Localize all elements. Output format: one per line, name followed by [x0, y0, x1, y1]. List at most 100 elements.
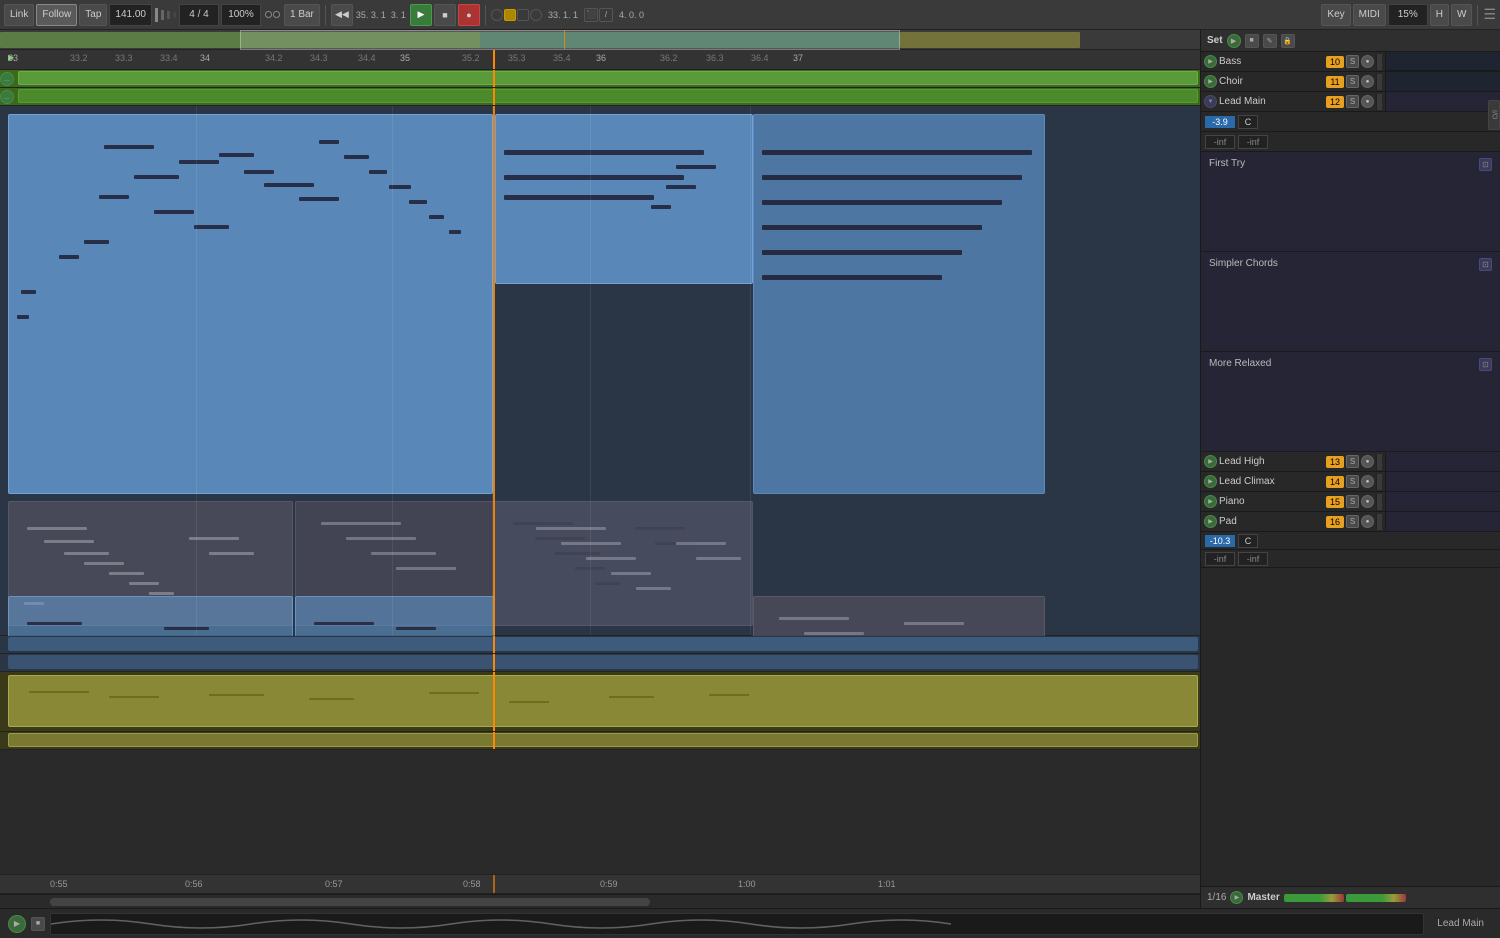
- green-clip-1[interactable]: [18, 71, 1198, 85]
- playhead-1: [493, 70, 495, 87]
- scroll-bar[interactable]: [0, 894, 1200, 908]
- bass-mute-btn[interactable]: ●: [1361, 55, 1374, 68]
- pad-play-btn[interactable]: ▶: [1204, 515, 1217, 528]
- green-clip-2[interactable]: [18, 89, 1198, 103]
- bass-s-btn[interactable]: S: [1346, 55, 1359, 68]
- pad-key-display: C: [1238, 534, 1258, 548]
- playhead-lc: [493, 654, 495, 671]
- scene-more-relaxed-btn[interactable]: ⊡: [1479, 358, 1492, 371]
- piano-play-btn[interactable]: ▶: [1204, 495, 1217, 508]
- right-choir-row: ▶ Choir 11 S ●: [1201, 72, 1500, 92]
- bass-play-btn[interactable]: ▶: [1204, 55, 1217, 68]
- pad-clip[interactable]: [8, 733, 1198, 747]
- pad-inf-row: -inf -inf: [1201, 550, 1500, 568]
- bottom-timeline: 0:55 0:56 0:57 0:58 0:59 1:00 1:01: [0, 874, 1200, 894]
- ruler-mark-344: 34.4: [358, 53, 376, 63]
- blue-clip-2[interactable]: [495, 114, 753, 284]
- hamburger-icon[interactable]: ☰: [1483, 6, 1496, 23]
- zoom-display[interactable]: 100%: [221, 4, 261, 26]
- tempo-display[interactable]: 141.00: [109, 4, 152, 26]
- play-button[interactable]: ▶: [410, 4, 432, 26]
- piano-clip[interactable]: [8, 675, 1198, 727]
- lead-climax-mute-btn[interactable]: ●: [1361, 475, 1374, 488]
- bottom-stop-btn[interactable]: ■: [31, 917, 45, 931]
- lead-climax-play-btn[interactable]: ▶: [1204, 475, 1217, 488]
- piano-mute-btn[interactable]: ●: [1361, 495, 1374, 508]
- bottom-play-btn[interactable]: ▶: [8, 915, 26, 933]
- arrangement-view: 33 33.2 33.3 33.4 34 34.2 34.3 34.4 35 3…: [0, 30, 1200, 908]
- lead-main-number: 12: [1326, 96, 1344, 108]
- choir-play-btn[interactable]: ▶: [1204, 75, 1217, 88]
- bar-button[interactable]: 1 Bar: [284, 4, 320, 26]
- set-edit-btn[interactable]: ✎: [1263, 34, 1277, 48]
- key-button[interactable]: Key: [1321, 4, 1350, 26]
- piano-track: [0, 672, 1200, 732]
- stop-button[interactable]: ■: [434, 4, 456, 26]
- lead-high-resize[interactable]: [1376, 454, 1382, 470]
- choir-resize[interactable]: [1376, 74, 1382, 90]
- lead-high-clip[interactable]: [8, 637, 1198, 651]
- master-play-btn[interactable]: ▶: [1230, 891, 1243, 904]
- pad-mute-btn[interactable]: ●: [1361, 515, 1374, 528]
- bass-clip-area: [1386, 52, 1500, 71]
- rewind-btn[interactable]: ◀◀: [331, 4, 353, 26]
- pad-resize[interactable]: [1376, 514, 1382, 530]
- time-058: 0:58: [463, 879, 481, 889]
- lead-main-expand[interactable]: ▼: [1204, 95, 1217, 108]
- track2-play[interactable]: ...: [0, 90, 14, 104]
- time-101: 1:01: [878, 879, 896, 889]
- scene-simpler-chords: Simpler Chords ⊡: [1201, 252, 1500, 352]
- lead-main-s-btn[interactable]: S: [1346, 95, 1359, 108]
- side-btn-1[interactable]: I/O: [1488, 100, 1500, 130]
- barline-34: [196, 106, 197, 635]
- blue-clip-1[interactable]: [8, 114, 493, 494]
- warp-button[interactable]: W: [1451, 4, 1472, 26]
- main-layout: 33 33.2 33.3 33.4 34 34.2 34.3 34.4 35 3…: [0, 30, 1500, 908]
- record-button[interactable]: ●: [458, 4, 480, 26]
- ruler-mark-334: 33.4: [160, 53, 178, 63]
- ruler-mark-342: 34.2: [265, 53, 283, 63]
- blue-clip-3[interactable]: [753, 114, 1045, 494]
- lead-high-mute-btn[interactable]: ●: [1361, 455, 1374, 468]
- scene-first-try-btn[interactable]: ⊡: [1479, 158, 1492, 171]
- link-button[interactable]: Link: [4, 4, 34, 26]
- choir-mute-btn[interactable]: ●: [1361, 75, 1374, 88]
- pad-number: 16: [1326, 516, 1344, 528]
- master-row: 1/16 ▶ Master I/O: [1201, 886, 1500, 908]
- ruler-mark-364: 36.4: [751, 53, 769, 63]
- tap-button[interactable]: Tap: [79, 4, 107, 26]
- track1-play[interactable]: ...: [0, 72, 14, 86]
- bass-track-resize[interactable]: [1376, 54, 1382, 70]
- choir-s-btn[interactable]: S: [1346, 75, 1359, 88]
- right-bass-row: ▶ Bass 10 S ●: [1201, 52, 1500, 72]
- lead-high-s-btn[interactable]: S: [1346, 455, 1359, 468]
- piano-number: 15: [1326, 496, 1344, 508]
- ruler-mark-362: 36.2: [660, 53, 678, 63]
- right-pad-row: ▶ Pad 16 S ●: [1201, 512, 1500, 532]
- scene-simpler-chords-btn[interactable]: ⊡: [1479, 258, 1492, 271]
- set-stop-btn[interactable]: ■: [1245, 34, 1259, 48]
- overview-playhead: [564, 30, 565, 49]
- pad-vol-display: -10.3: [1205, 535, 1235, 547]
- set-play-btn[interactable]: ▶: [1227, 34, 1241, 48]
- midi-button[interactable]: MIDI: [1353, 4, 1386, 26]
- bottom-track-info: Lead Main: [1429, 918, 1492, 929]
- lead-climax-clip[interactable]: [8, 655, 1198, 669]
- scene-first-try: First Try ⊡: [1201, 152, 1500, 252]
- set-lock-btn[interactable]: 🔒: [1281, 34, 1295, 48]
- lead-climax-number: 14: [1326, 476, 1344, 488]
- lead-main-mute-btn[interactable]: ●: [1361, 95, 1374, 108]
- lead-high-play-btn[interactable]: ▶: [1204, 455, 1217, 468]
- lead-climax-resize[interactable]: [1376, 474, 1382, 490]
- time-sig-display[interactable]: 4 / 4: [179, 4, 219, 26]
- lead-main-resize[interactable]: [1376, 94, 1382, 110]
- follow-button[interactable]: Follow: [36, 4, 77, 26]
- playhead-lead: [493, 106, 495, 635]
- pad-s-btn[interactable]: S: [1346, 515, 1359, 528]
- piano-s-btn[interactable]: S: [1346, 495, 1359, 508]
- piano-resize[interactable]: [1376, 494, 1382, 510]
- hw-button[interactable]: H: [1430, 4, 1449, 26]
- lead-main-vol-bar: -3.9: [1205, 116, 1235, 128]
- ruler-playhead: [493, 50, 495, 69]
- lead-climax-s-btn[interactable]: S: [1346, 475, 1359, 488]
